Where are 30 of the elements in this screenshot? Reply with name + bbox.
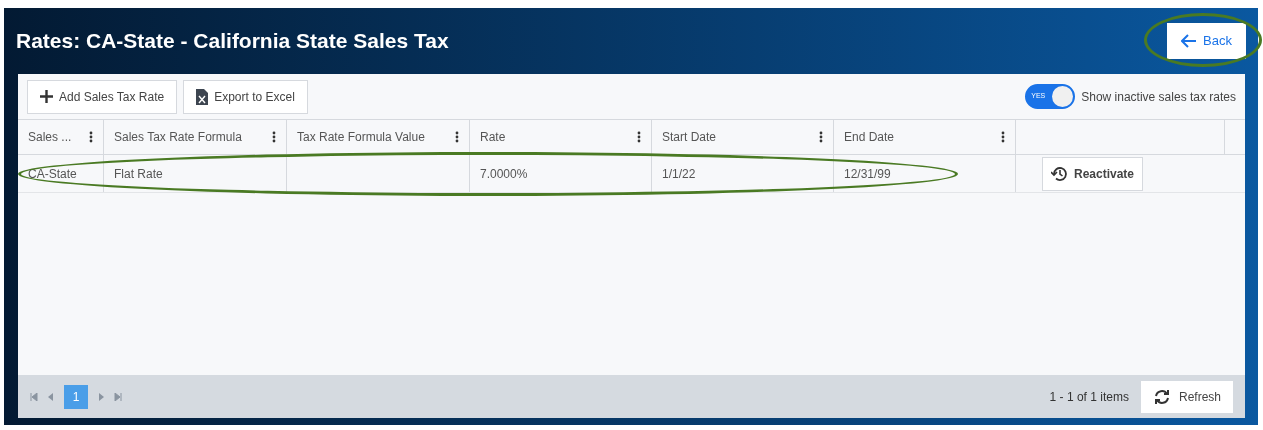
- column-header[interactable]: Rate: [480, 128, 506, 146]
- column-menu-icon[interactable]: [1001, 131, 1005, 143]
- column-header[interactable]: Sales ...: [28, 128, 72, 146]
- table-cell-text: 7.0000%: [480, 165, 528, 183]
- excel-file-icon: [196, 88, 209, 105]
- column-header[interactable]: Start Date: [662, 128, 717, 146]
- column-menu-icon[interactable]: [637, 131, 641, 143]
- column-menu-icon[interactable]: [272, 131, 276, 143]
- column-menu-icon[interactable]: [455, 131, 459, 143]
- arrow-left-icon: [1181, 34, 1198, 48]
- table-cell-text: CA-State: [28, 165, 77, 183]
- column-menu-icon[interactable]: [819, 131, 823, 143]
- plus-icon: [40, 90, 53, 103]
- refresh-icon: [1152, 388, 1171, 405]
- back-button[interactable]: Back: [1167, 23, 1246, 59]
- history-icon: [1051, 165, 1068, 182]
- column-header[interactable]: Tax Rate Formula Value: [297, 128, 425, 146]
- toggle-label: Show inactive sales tax rates: [1081, 88, 1236, 106]
- reactivate-button[interactable]: Reactivate: [1042, 156, 1144, 191]
- table-cell-text: Flat Rate: [114, 165, 163, 183]
- column-menu-icon[interactable]: [89, 131, 93, 143]
- refresh-button[interactable]: Refresh: [1140, 380, 1233, 413]
- export-button[interactable]: Export to Excel: [183, 79, 308, 114]
- column-header[interactable]: Sales Tax Rate Formula: [114, 128, 242, 146]
- page-title: Rates: CA-State - California State Sales Tax: [16, 28, 449, 55]
- table-cell-text: 12/31/99: [844, 165, 891, 183]
- column-header[interactable]: End Date: [844, 128, 895, 146]
- pager-summary: 1 - 1 of 1 items: [1049, 388, 1129, 406]
- add-button[interactable]: Add Sales Tax Rate: [27, 79, 178, 114]
- table-cell-text: 1/1/22: [662, 165, 696, 183]
